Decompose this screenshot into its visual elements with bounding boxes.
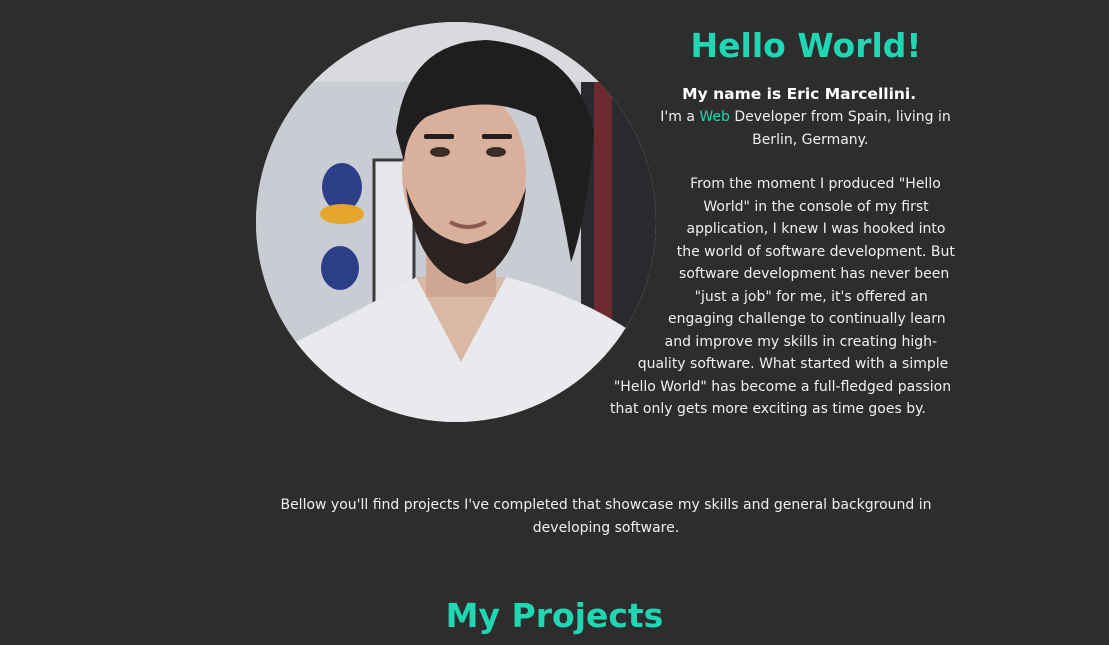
role-suffix: Developer from Spain, living in Berlin, …: [729, 109, 951, 148]
role-accent: Web: [699, 109, 730, 125]
portfolio-page: Hello World! My name is Eric Marcellini.…: [0, 0, 1109, 645]
role-prefix: I'm a: [660, 109, 700, 125]
intro-section: Hello World! My name is Eric Marcellini.…: [256, 10, 956, 432]
projects-intro-text: Bellow you'll find projects I've complet…: [280, 497, 932, 536]
projects-title: My Projects: [445, 596, 664, 635]
profile-photo-illustration: [256, 22, 656, 422]
hello-title: Hello World!: [690, 26, 922, 65]
profile-photo: [256, 22, 656, 422]
